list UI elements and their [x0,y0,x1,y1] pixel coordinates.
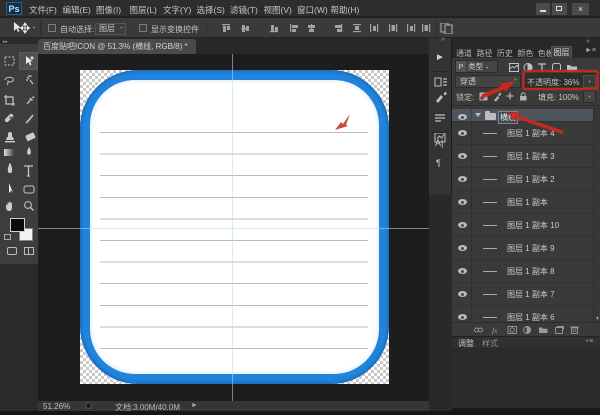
svg-text:fx: fx [492,326,498,335]
